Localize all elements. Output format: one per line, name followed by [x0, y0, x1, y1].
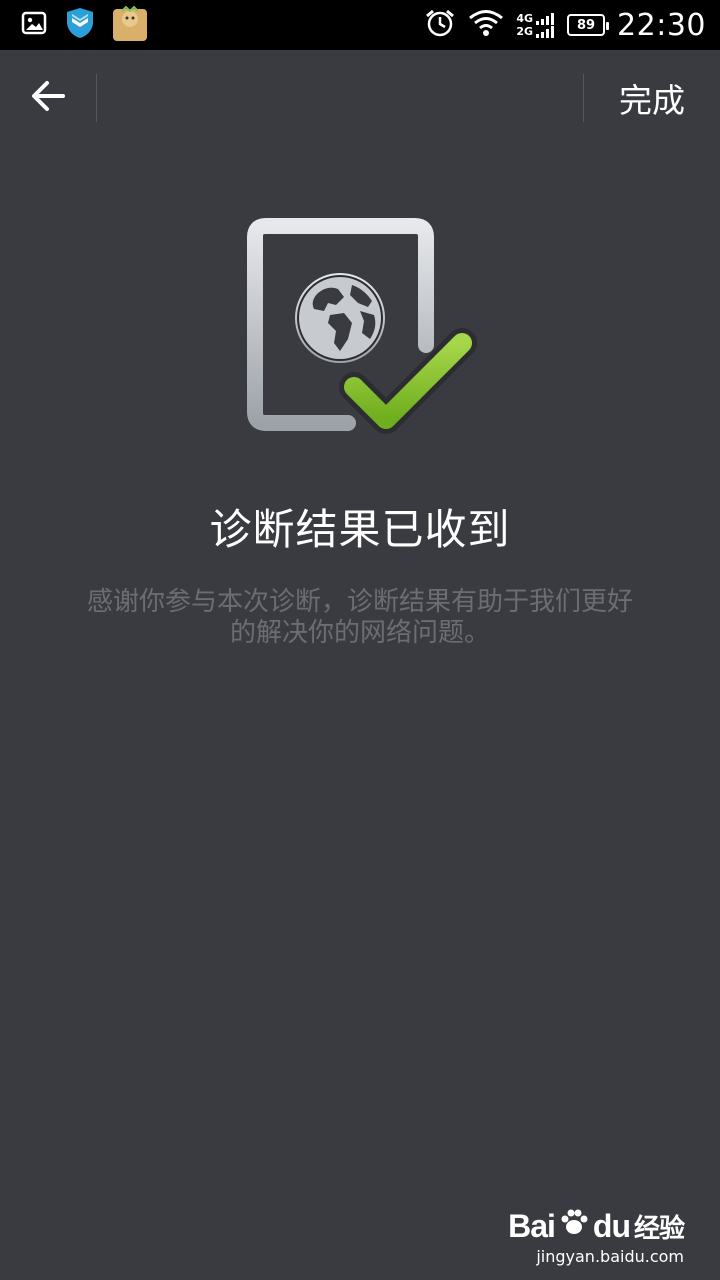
battery-icon: 89	[567, 14, 610, 36]
result-title: 诊断结果已收到	[209, 505, 511, 554]
watermark-logo-suffix: du	[592, 1207, 631, 1244]
baidu-jingyan-watermark: Bai du 经验 jingyan.baidu.com	[508, 1207, 685, 1267]
system-icons: 4G 2G 89 22:30	[424, 8, 720, 43]
watermark-logo-text: Bai	[508, 1207, 556, 1244]
clock-time: 22:30	[617, 7, 706, 43]
action-bar-divider-right	[583, 74, 584, 122]
arrow-left-icon	[30, 78, 66, 118]
shield-notification-icon	[64, 6, 96, 44]
image-notification-icon	[20, 9, 48, 41]
watermark-url: jingyan.baidu.com	[536, 1247, 684, 1266]
status-bar: 4G 2G 89 22:30	[0, 0, 720, 50]
alarm-icon	[424, 8, 456, 42]
result-description: 感谢你参与本次诊断，诊断结果有助于我们更好的解决你的网络问题。	[86, 587, 633, 648]
paw-icon	[559, 1207, 589, 1245]
app-notification-icon	[112, 5, 148, 45]
back-button[interactable]	[18, 68, 78, 128]
action-bar-divider-left	[96, 74, 97, 122]
signal-icon: 4G 2G	[516, 12, 555, 38]
done-button[interactable]: 完成	[598, 72, 706, 124]
net-type-bottom: 2G	[516, 25, 534, 38]
battery-level: 89	[576, 17, 596, 33]
action-bar: 完成	[0, 50, 720, 146]
watermark-logo: Bai du 经验	[508, 1207, 685, 1245]
notification-icons	[0, 5, 148, 45]
net-type-top: 4G	[516, 12, 534, 25]
globe-document-check-icon	[240, 215, 480, 455]
watermark-logo-cn: 经验	[633, 1212, 685, 1243]
wifi-icon	[468, 8, 504, 42]
